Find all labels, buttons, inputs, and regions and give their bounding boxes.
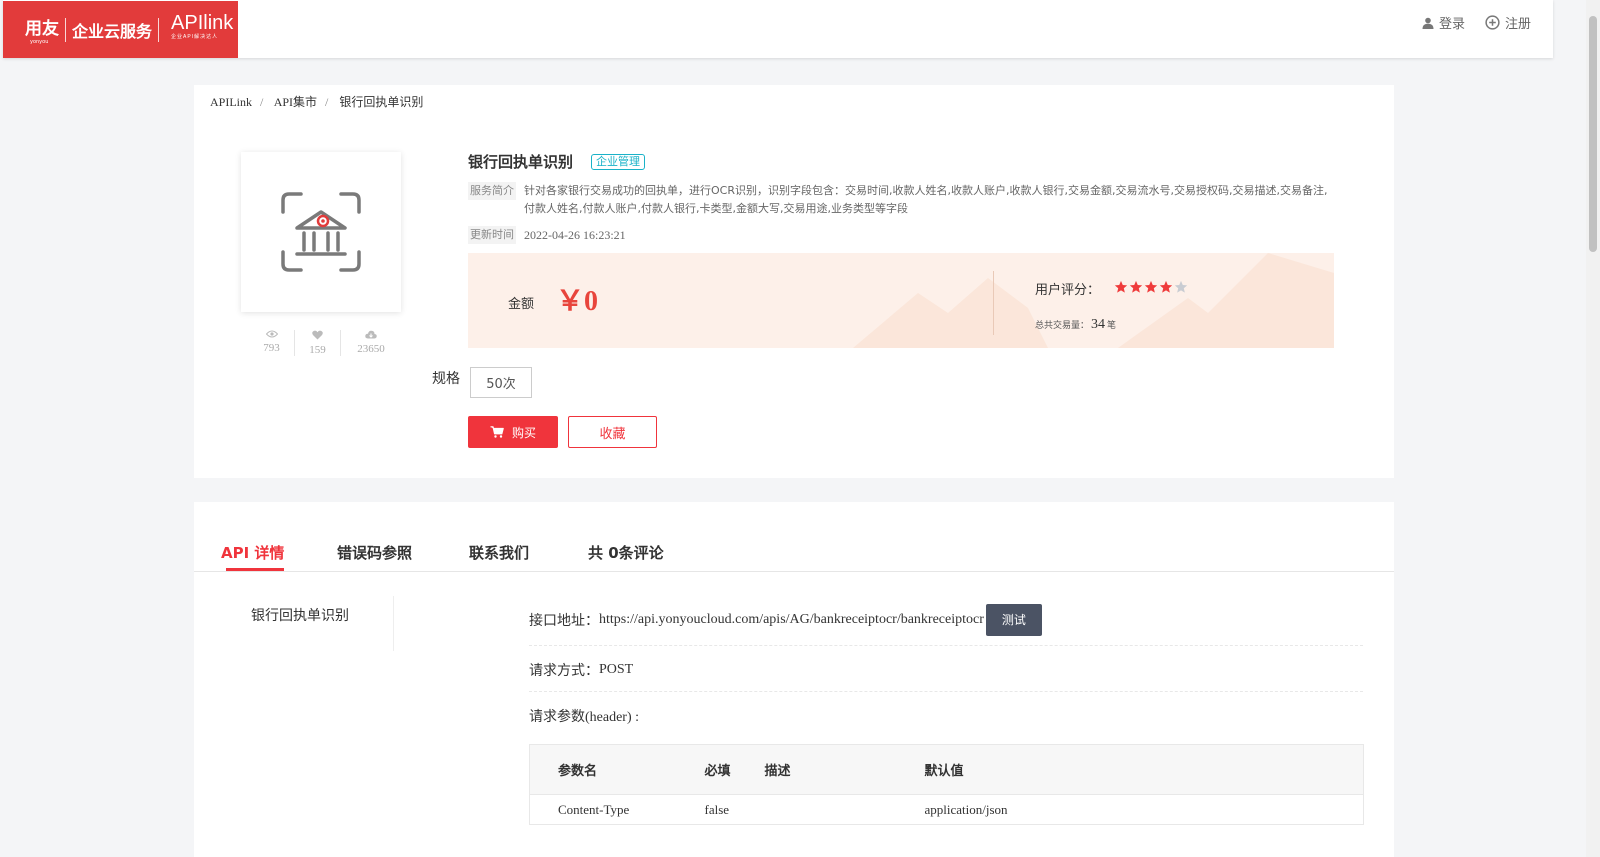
views-count: 793 — [263, 342, 280, 354]
cell-description — [764, 794, 925, 825]
method-label: 请求方式： — [529, 662, 599, 679]
logo-api: APIlink 企业API解决达人 — [171, 12, 234, 40]
col-param-name: 参数名 — [529, 744, 705, 795]
endpoint-url: https://api.yonyoucloud.com/apis/AG/bank… — [599, 611, 984, 627]
downloads-count: 23650 — [357, 343, 385, 355]
breadcrumb-home[interactable]: APILink — [210, 95, 252, 109]
total-count: 34 — [1091, 317, 1106, 332]
auth-links: 登录 注册 — [1422, 13, 1531, 32]
stat-likes: 159 — [295, 330, 341, 356]
tab-error-codes[interactable]: 错误码参照 — [337, 542, 412, 563]
price-divider — [993, 271, 994, 335]
logo[interactable]: 用友 yonyou 企业云服务 APIlink 企业API解决达人 — [3, 1, 238, 58]
cloud-download-icon — [365, 330, 377, 339]
breadcrumb-current: 银行回执单识别 — [339, 95, 424, 109]
user-icon — [1422, 17, 1434, 29]
star-icon — [1114, 280, 1128, 293]
likes-count: 159 — [309, 344, 326, 356]
sidenav-item-bank-receipt[interactable]: 银行回执单识别 — [251, 608, 349, 624]
eye-icon — [265, 330, 278, 338]
favorite-button[interactable]: 收藏 — [568, 416, 657, 448]
price-panel: 金额 ￥0 用户评分： 总共交易量： 34 笔 — [468, 253, 1334, 348]
heart-icon — [312, 330, 323, 340]
update-time: 2022-04-26 16:23:21 — [524, 228, 626, 242]
cell-default: application/json — [924, 794, 1364, 825]
buy-button[interactable]: 购买 — [468, 416, 558, 448]
col-description: 描述 — [764, 744, 925, 795]
endpoint-label: 接口地址： — [529, 612, 599, 629]
rating-label: 用户评分： — [1035, 283, 1101, 298]
update-time-row: 更新时间 2022-04-26 16:23:21 — [468, 226, 626, 244]
price-amount: ￥0 — [556, 286, 599, 317]
product-stats: 793 159 23650 — [249, 330, 401, 356]
method-value: POST — [599, 661, 634, 677]
login-label: 登录 — [1438, 17, 1465, 32]
stat-downloads: 23650 — [341, 330, 401, 356]
product-title: 银行回执单识别 — [468, 153, 574, 171]
col-required: 必填 — [704, 744, 765, 795]
logo-divider — [158, 17, 160, 42]
total-volume: 总共交易量： 34 笔 — [1035, 317, 1117, 332]
method-row: 请求方式： POST — [529, 648, 1363, 692]
logo-divider — [65, 17, 66, 42]
tab-api-detail[interactable]: API 详情 — [221, 542, 285, 571]
intro-text: 针对各家银行交易成功的回执单，进行OCR识别，识别字段包含：交易时间,收款人姓名… — [524, 184, 1328, 215]
logo-cloud: 企业云服务 — [72, 21, 153, 41]
tab-contact-us[interactable]: 联系我们 — [469, 542, 529, 563]
api-detail-card: API 详情 错误码参照 联系我们 共 0条评论 银行回执单识别 接口地址： h… — [194, 502, 1394, 857]
spec-option-50[interactable]: 50次 — [470, 367, 532, 398]
register-label: 注册 — [1504, 17, 1531, 32]
top-header: 用友 yonyou 企业云服务 APIlink 企业API解决达人 登录 注册 — [3, 0, 1553, 58]
table-row: Content-Type false application/json — [529, 794, 1364, 825]
star-icon — [1144, 280, 1158, 293]
product-title-row: 银行回执单识别 企业管理 — [468, 151, 646, 172]
logo-brand: 用友 yonyou — [25, 19, 59, 45]
update-label: 更新时间 — [468, 226, 516, 244]
endpoint-row: 接口地址： https://api.yonyoucloud.com/apis/A… — [529, 594, 1363, 646]
star-icon — [1159, 280, 1173, 293]
test-button[interactable]: 测试 — [985, 603, 1042, 636]
cart-icon — [490, 426, 504, 438]
detail-tabs: API 详情 错误码参照 联系我们 共 0条评论 — [194, 502, 1394, 572]
service-intro: 服务简介 针对各家银行交易成功的回执单，进行OCR识别，识别字段包含：交易时间,… — [468, 182, 1328, 218]
rating-stars — [1114, 280, 1188, 294]
plus-circle-icon — [1485, 15, 1500, 30]
star-icon — [1129, 280, 1143, 293]
buy-label: 购买 — [511, 425, 536, 440]
header-params-table: 参数名 必填 描述 默认值 Content-Type false applica… — [529, 744, 1364, 825]
api-sidenav: 银行回执单识别 — [194, 596, 394, 651]
product-card: APILink / API集市 / 银行回执单识别 793 159 23650 … — [194, 85, 1394, 478]
amount-label: 金额 — [508, 297, 535, 312]
star-icon — [1174, 280, 1188, 293]
header-params-row: 请求参数(header) : — [529, 694, 1363, 738]
cell-param-name: Content-Type — [529, 794, 705, 825]
breadcrumb: APILink / API集市 / 银行回执单识别 — [210, 95, 424, 109]
table-header-row: 参数名 必填 描述 默认值 — [529, 744, 1364, 795]
login-link[interactable]: 登录 — [1422, 13, 1465, 32]
cell-required: false — [704, 794, 765, 825]
spec-label: 规格 — [432, 371, 460, 387]
category-tag[interactable]: 企业管理 — [591, 153, 646, 170]
bank-scan-icon — [281, 192, 361, 272]
stat-views: 793 — [249, 330, 295, 356]
tab-comments[interactable]: 共 0条评论 — [588, 542, 664, 563]
col-default: 默认值 — [924, 744, 1364, 795]
header-params-label: 请求参数(header) : — [529, 710, 640, 725]
breadcrumb-market[interactable]: API集市 — [274, 95, 317, 109]
intro-label: 服务简介 — [468, 182, 516, 200]
register-link[interactable]: 注册 — [1485, 13, 1531, 32]
page-scrollbar[interactable] — [1586, 0, 1600, 857]
scrollbar-thumb[interactable] — [1589, 16, 1597, 252]
product-thumbnail — [241, 152, 401, 312]
